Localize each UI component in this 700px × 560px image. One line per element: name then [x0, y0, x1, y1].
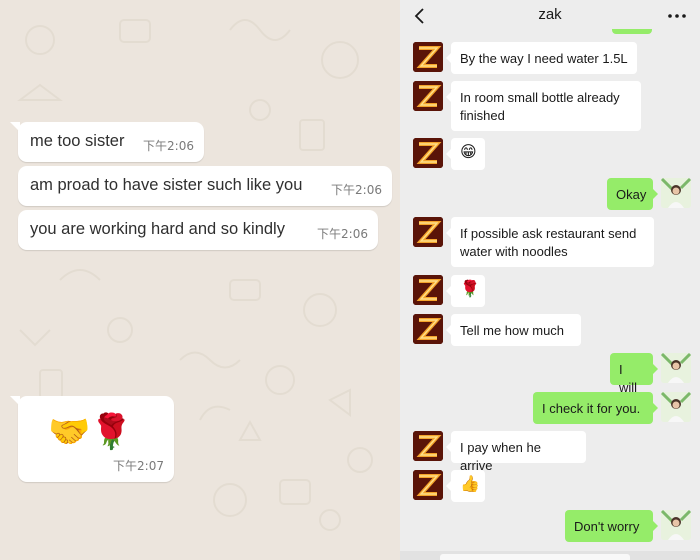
message-text: Okay [616, 187, 647, 202]
whatsapp-chat-panel: me too sister 下午2:06 am proad to have si… [0, 0, 400, 560]
left-message-bubble[interactable]: me too sister 下午2:06 [10, 122, 204, 162]
message-emoji: 👍 [460, 476, 480, 493]
person-avatar-icon [661, 510, 691, 540]
left-emoji-message-bubble[interactable]: 🤝🌹 下午2:07 [10, 396, 174, 482]
flame-z-avatar-icon [413, 314, 443, 344]
message-text: I will [619, 362, 638, 395]
contact-avatar[interactable] [413, 42, 443, 72]
chat-title: zak [538, 6, 562, 23]
person-avatar-icon [661, 178, 691, 208]
bubble-tail [10, 122, 20, 132]
chat-header: zak [400, 0, 700, 32]
my-avatar[interactable] [661, 178, 691, 208]
emoji-handshake-rose: 🤝🌹 [48, 413, 133, 451]
message-text: Don't worry [574, 519, 640, 534]
outgoing-message-bubble[interactable]: Don't worry [565, 510, 658, 542]
previous-message-edge [612, 29, 652, 34]
incoming-message-bubble[interactable]: Tell me how much [446, 314, 581, 346]
incoming-emoji-bubble[interactable]: 🌹 [446, 275, 485, 307]
incoming-message-bubble[interactable]: I pay when he arrive [446, 431, 586, 473]
flame-z-avatar-icon [413, 42, 443, 72]
message-text: By the way I need water 1.5L [460, 51, 628, 66]
incoming-message-bubble[interactable]: By the way I need water 1.5L [446, 42, 637, 74]
flame-z-avatar-icon [413, 217, 443, 247]
contact-avatar[interactable] [413, 217, 443, 247]
message-input[interactable] [440, 554, 630, 560]
input-bar [400, 551, 700, 560]
contact-avatar[interactable] [413, 81, 443, 111]
incoming-message-bubble[interactable]: In room small bottle already finished [446, 81, 641, 131]
outgoing-message-bubble[interactable]: Okay [607, 178, 658, 210]
flame-z-avatar-icon [413, 81, 443, 111]
contact-avatar[interactable] [413, 314, 443, 344]
left-message-bubble[interactable]: am proad to have sister such like you 下午… [18, 166, 392, 206]
flame-z-avatar-icon [413, 138, 443, 168]
message-text: am proad to have sister such like you [30, 176, 303, 194]
flame-z-avatar-icon [413, 431, 443, 461]
message-emoji: 🌹 [460, 281, 480, 298]
message-text: I check it for you. [542, 401, 641, 416]
flame-z-avatar-icon [413, 275, 443, 305]
wechat-chat-panel: zak By the way I need water 1.5L In room… [400, 0, 700, 560]
contact-avatar[interactable] [413, 275, 443, 305]
my-avatar[interactable] [661, 392, 691, 422]
message-text: me too sister [30, 132, 125, 150]
outgoing-message-bubble[interactable]: I will [610, 353, 658, 395]
incoming-message-bubble[interactable]: If possible ask restaurant send water wi… [446, 217, 654, 267]
person-avatar-icon [661, 353, 691, 383]
message-time: 下午2:06 [317, 227, 368, 241]
contact-avatar[interactable] [413, 138, 443, 168]
message-text: I pay when he arrive [460, 440, 541, 473]
message-text: If possible ask restaurant send water wi… [460, 226, 637, 259]
incoming-emoji-bubble[interactable]: 😁 [446, 138, 485, 170]
contact-avatar[interactable] [413, 431, 443, 461]
my-avatar[interactable] [661, 510, 691, 540]
my-avatar[interactable] [661, 353, 691, 383]
outgoing-message-bubble[interactable]: I check it for you. [533, 392, 658, 424]
flame-z-avatar-icon [413, 470, 443, 500]
contact-avatar[interactable] [413, 470, 443, 500]
message-time: 下午2:07 [113, 459, 164, 473]
message-text: In room small bottle already finished [460, 90, 620, 123]
message-text: Tell me how much [460, 323, 565, 338]
more-dots-icon[interactable] [666, 6, 688, 26]
message-time: 下午2:06 [331, 183, 382, 197]
incoming-emoji-bubble[interactable]: 👍 [446, 470, 485, 502]
person-avatar-icon [661, 392, 691, 422]
message-emoji: 😁 [460, 144, 477, 161]
message-time: 下午2:06 [143, 139, 194, 153]
bubble-tail [10, 396, 20, 406]
left-message-bubble[interactable]: you are working hard and so kindly 下午2:0… [18, 210, 378, 250]
message-text: you are working hard and so kindly [30, 220, 285, 238]
